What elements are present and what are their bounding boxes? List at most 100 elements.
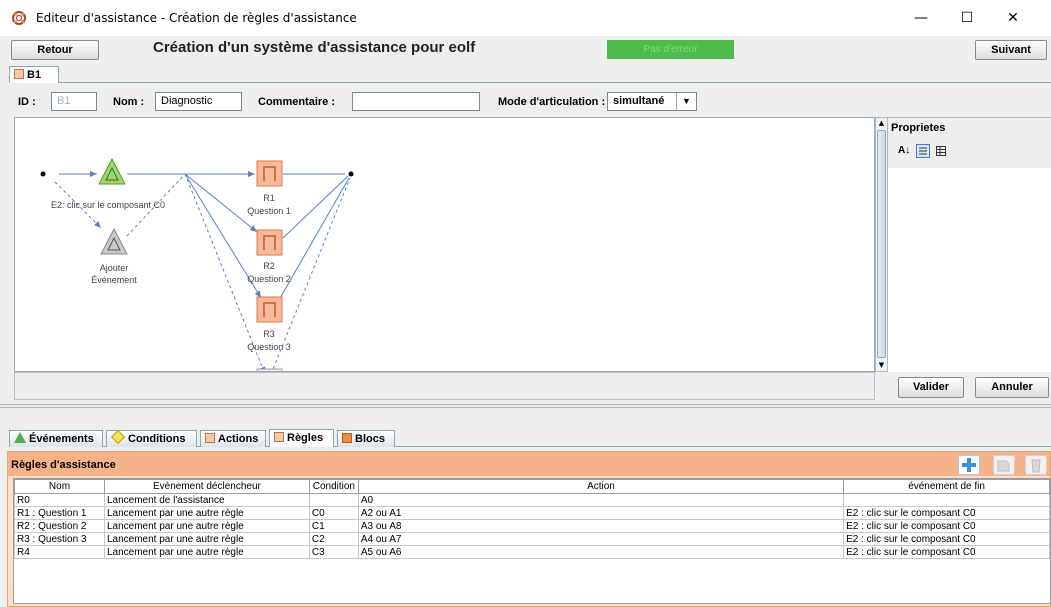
tab-blocks[interactable]: Blocs — [337, 430, 395, 447]
cell-end-event[interactable]: E2 : clic sur le composant C0 — [843, 545, 1050, 559]
event-triangle-icon[interactable] — [98, 157, 126, 185]
column-header-condition[interactable]: Condition — [308, 479, 359, 494]
title-bar: Editeur d'assistance - Création de règle… — [0, 0, 1051, 36]
cell-condition[interactable]: C2 — [308, 532, 359, 546]
window-title: Editeur d'assistance - Création de règle… — [36, 11, 357, 25]
name-label: Nom : — [113, 96, 145, 108]
mode-select-value: simultané — [613, 95, 665, 107]
tab-strip-divider — [9, 82, 1051, 83]
cell-trigger[interactable]: Lancement par une autre règle — [103, 519, 310, 533]
mode-select[interactable]: simultané ▼ — [607, 92, 697, 111]
tab-rules-label: Règles — [287, 432, 324, 444]
cell-end-event[interactable]: E2 : clic sur le composant C0 — [843, 519, 1050, 533]
table-row[interactable]: R0 Lancement de l'assistance A0 — [14, 493, 1050, 507]
tab-actions[interactable]: Actions — [200, 430, 266, 447]
rule-node-r3-sub: Question 3 — [247, 342, 291, 352]
rule-node-r2-sub: Question 2 — [247, 274, 291, 284]
next-button[interactable]: Suivant — [975, 40, 1047, 60]
close-button[interactable]: ✕ — [990, 4, 1036, 32]
column-header-trigger[interactable]: Evènement déclencheur — [103, 479, 310, 494]
app-lifebuoy-icon — [12, 11, 26, 25]
tab-events-label: Événements — [29, 433, 94, 445]
back-button[interactable]: Retour — [11, 40, 99, 60]
tab-conditions-label: Conditions — [128, 433, 186, 445]
cell-end-event[interactable] — [843, 493, 1050, 507]
cell-name[interactable]: R0 — [14, 493, 105, 507]
column-header-name[interactable]: Nom — [14, 479, 105, 494]
maximize-button[interactable]: ☐ — [944, 4, 990, 32]
tab-rules[interactable]: Règles — [269, 429, 334, 447]
start-node-dot — [40, 171, 46, 177]
comment-field[interactable] — [352, 92, 480, 111]
cancel-button[interactable]: Annuler — [975, 377, 1049, 398]
cell-trigger[interactable]: Lancement par une autre règle — [103, 506, 310, 520]
add-event-label-1: Ajouter — [99, 263, 129, 273]
scroll-up-icon[interactable]: ▲ — [876, 118, 887, 129]
column-header-end-event[interactable]: événement de fin — [843, 479, 1050, 494]
cell-name[interactable]: R2 : Question 2 — [14, 519, 105, 533]
canvas-status-strip — [14, 372, 875, 400]
scroll-down-icon[interactable]: ▼ — [876, 360, 887, 371]
column-header-action[interactable]: Action — [357, 479, 845, 494]
rule-node-r1-sub: Question 1 — [247, 206, 291, 216]
sort-az-icon[interactable]: A↓ — [898, 145, 910, 156]
cell-action[interactable]: A4 ou A7 — [357, 532, 845, 546]
cell-name[interactable]: R3 : Question 3 — [14, 532, 105, 546]
end-node-dot — [348, 171, 354, 177]
list-icon[interactable] — [936, 146, 946, 156]
rule-node-r1-icon[interactable] — [256, 160, 283, 187]
cell-action[interactable]: A2 ou A1 — [357, 506, 845, 520]
tab-blocks-label: Blocs — [355, 433, 385, 445]
cell-trigger[interactable]: Lancement de l'assistance — [103, 493, 310, 507]
cell-action[interactable]: A5 ou A6 — [357, 545, 845, 559]
condition-diamond-icon — [110, 429, 126, 445]
tab-block-b1-label: B1 — [27, 69, 42, 81]
canvas-scrollbar[interactable]: ▲ ▼ — [875, 117, 888, 372]
add-event-triangle-icon[interactable] — [100, 227, 128, 255]
table-row[interactable]: R3 : Question 3 Lancement par une autre r… — [14, 532, 1050, 546]
cell-action[interactable]: A3 ou A8 — [357, 519, 845, 533]
tab-events[interactable]: Événements — [9, 430, 103, 447]
scroll-thumb[interactable] — [877, 130, 886, 358]
categorized-icon[interactable] — [916, 144, 930, 158]
validate-button[interactable]: Valider — [898, 377, 964, 398]
cell-condition[interactable]: C1 — [308, 519, 359, 533]
rules-panel-header — [8, 452, 1050, 476]
cell-name[interactable]: R4 — [14, 545, 105, 559]
chevron-down-icon[interactable]: ▼ — [676, 93, 696, 110]
table-row[interactable]: R1 : Question 1 Lancement par une autre r… — [14, 506, 1050, 520]
mode-label: Mode d'articulation : — [498, 96, 606, 108]
cell-trigger[interactable]: Lancement par une autre règle — [103, 532, 310, 546]
event-triangle-icon — [14, 432, 26, 443]
cell-name[interactable]: R1 : Question 1 — [14, 506, 105, 520]
rule-node-r3-name: R3 — [263, 329, 275, 339]
status-badge: Pas d'erreur — [607, 40, 734, 59]
add-rule-button[interactable] — [958, 455, 980, 475]
tab-block-b1[interactable]: B1 — [9, 66, 59, 83]
cell-end-event[interactable]: E2 : clic sur le composant C0 — [843, 506, 1050, 520]
table-row[interactable]: R2 : Question 2 Lancement par une autre r… — [14, 519, 1050, 533]
tab-conditions[interactable]: Conditions — [106, 429, 197, 447]
diagram-canvas[interactable]: E2: clic sur le composant C0 Ajouter Évé… — [14, 117, 875, 372]
diagram-edges — [40, 157, 354, 371]
rule-node-r3-icon[interactable] — [256, 296, 283, 323]
cell-condition[interactable]: C3 — [308, 545, 359, 559]
table-row[interactable]: R4 Lancement par une autre règle C3 A5 ou A… — [14, 545, 1050, 559]
edit-rule-button[interactable] — [993, 455, 1015, 475]
cell-end-event[interactable]: E2 : clic sur le composant C0 — [843, 532, 1050, 546]
rule-node-r2-icon[interactable] — [256, 229, 283, 256]
minimize-button[interactable]: — — [898, 4, 944, 32]
rules-panel-title: Règles d'assistance — [11, 459, 116, 471]
panel-splitter[interactable] — [0, 404, 1051, 408]
cell-condition[interactable] — [308, 493, 359, 507]
cell-trigger[interactable]: Lancement par une autre règle — [103, 545, 310, 559]
delete-rule-button[interactable] — [1025, 455, 1047, 475]
event-node-label: E2: clic sur le composant C0 — [51, 200, 166, 210]
name-field[interactable]: Diagnostic — [155, 92, 242, 111]
rule-square-icon — [274, 432, 284, 442]
cell-action[interactable]: A0 — [357, 493, 845, 507]
cell-condition[interactable]: C0 — [308, 506, 359, 520]
rules-table: Nom Evènement déclencheur Condition Acti… — [14, 479, 1050, 559]
rule-node-r1-name: R1 — [263, 193, 275, 203]
id-label: ID : — [18, 96, 36, 108]
